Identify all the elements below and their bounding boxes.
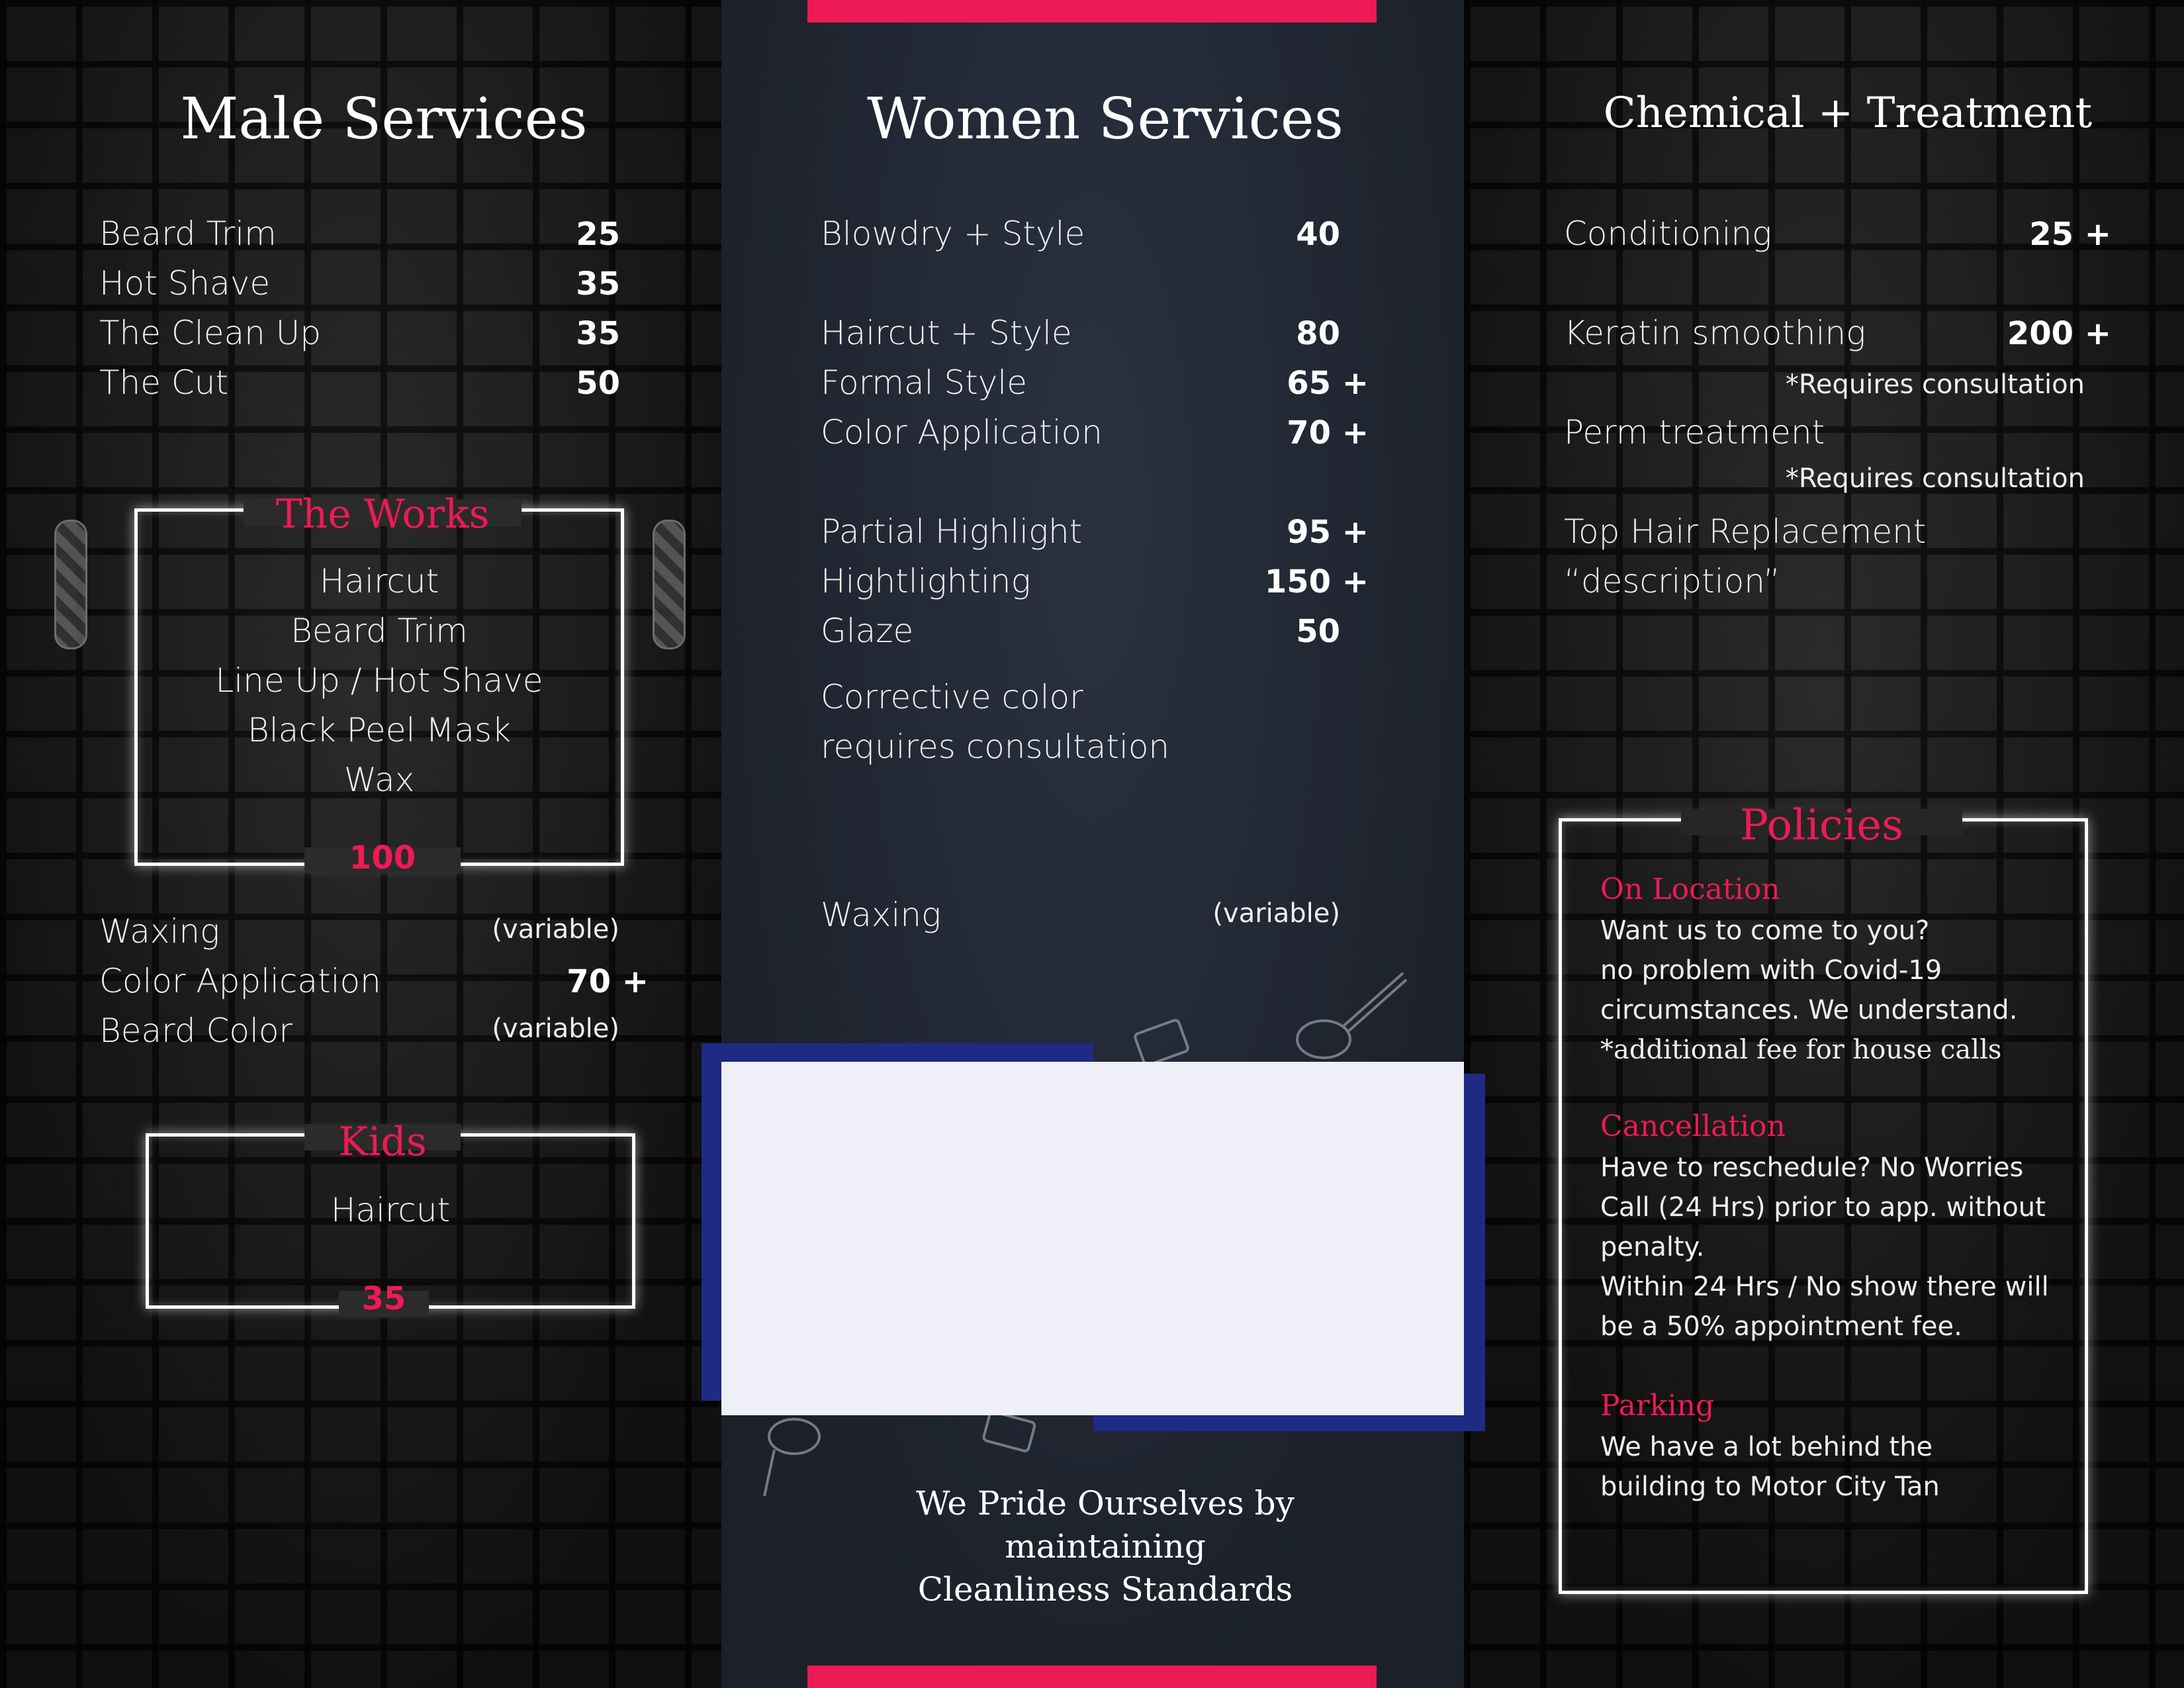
policy-line: circumstances. We understand. [1600,995,2018,1025]
pride-statement-line: maintaining [1005,1527,1206,1566]
women-item-name: Blowdry + Style [821,214,1085,253]
male-services-title: Male Services [180,86,588,152]
male-extra-price: (variable) [492,1013,619,1044]
male-extra-price: 70 + [567,963,649,1000]
policies-title: Policies [1740,801,1903,850]
policy-line: Want us to come to you? [1600,915,1930,946]
the-works-item: Beard Trim [291,612,468,650]
policy-heading-parking: Parking [1600,1389,1715,1423]
male-item-name: Hot Shave [99,264,271,303]
women-item-name: Partial Highlight [821,512,1083,551]
the-works-item: Line Up / Hot Shave [215,661,543,700]
the-works-item: Wax [343,761,415,799]
policy-line: be a 50% appointment fee. [1600,1311,1962,1342]
policy-line: Have to reschedule? No Worries [1600,1152,2024,1183]
the-works-item: Black Peel Mask [247,711,512,749]
women-item-name: Glaze [821,612,914,650]
male-extra-name: Waxing [99,912,220,951]
male-item-name: Beard Trim [99,214,277,253]
policy-heading-on-location: On Location [1600,872,1780,906]
consultation-note: *Requires consultation [1785,369,2085,400]
photo-placeholder [721,1062,1464,1415]
kids-price: 35 [361,1280,406,1317]
women-item-name: Haircut + Style [821,314,1072,352]
women-item-price: 80 [1296,315,1340,352]
male-extra-name: Color Application [99,962,381,1000]
consultation-note: *Requires consultation [1785,463,2085,494]
the-works-price: 100 [349,839,416,876]
male-item-name: The Clean Up [99,314,322,352]
male-item-price: 35 [576,315,620,352]
barber-pole-icon [653,520,686,649]
chemical-item-name: Top Hair Replacement [1564,512,1927,551]
male-extra-name: Beard Color [99,1011,293,1050]
chemical-item-price: 25 + [2029,216,2111,253]
women-item-name: Color Application [821,413,1103,451]
corrective-color-line: requires consultation [821,727,1170,766]
bottom-accent-stripe [807,1665,1377,1688]
women-item-name: Formal Style [821,363,1027,402]
chemical-item-name: Keratin smoothing [1564,314,1866,352]
women-waxing-price: (variable) [1212,898,1340,929]
male-extra-price: (variable) [492,914,619,945]
policy-line: penalty. [1600,1232,1705,1262]
women-item-price: 150 + [1264,563,1369,600]
chemical-item-description: “description” [1564,562,1781,600]
pride-statement-line: We Pride Ourselves by [916,1484,1295,1523]
the-works-title: The Works [275,491,490,538]
women-item-price: 70 + [1287,414,1369,451]
women-item-price: 40 [1296,216,1340,253]
male-item-name: The Cut [99,363,229,402]
policy-line: We have a lot behind the [1600,1432,1933,1462]
top-accent-stripe [807,0,1377,23]
chemical-item-price: 200 + [2007,315,2111,352]
women-waxing-name: Waxing [821,896,942,934]
chemical-treatment-title: Chemical + Treatment [1603,89,2093,138]
policy-line: Call (24 Hrs) prior to app. without [1600,1192,2046,1223]
barber-pole-icon [54,520,87,649]
policy-line: Within 24 Hrs / No show there will [1600,1272,2049,1302]
women-item-price: 50 [1296,613,1340,650]
policy-heading-cancellation: Cancellation [1600,1109,1786,1143]
corrective-color-line: Corrective color [821,678,1083,716]
kids-item: Haircut [330,1191,451,1229]
scissors-sketch-icon [1134,972,1408,1066]
chemical-item-name: Perm treatment [1564,413,1825,451]
kids-title: Kids [338,1119,427,1165]
male-item-price: 35 [576,265,620,303]
pride-statement-line: Cleanliness Standards [917,1570,1293,1609]
women-services-title: Women Services [867,86,1343,152]
policy-line: no problem with Covid-19 [1600,955,1942,986]
male-item-price: 25 [576,216,620,253]
women-item-price: 95 + [1287,514,1369,551]
male-item-price: 50 [576,365,620,402]
policy-line: building to Motor City Tan [1600,1472,1940,1502]
policy-line: *additional fee for house calls [1600,1035,2002,1065]
women-item-name: Hightlighting [821,562,1031,600]
chemical-item-name: Conditioning [1564,214,1772,253]
the-works-item: Haircut [319,562,439,600]
women-item-price: 65 + [1287,365,1369,402]
